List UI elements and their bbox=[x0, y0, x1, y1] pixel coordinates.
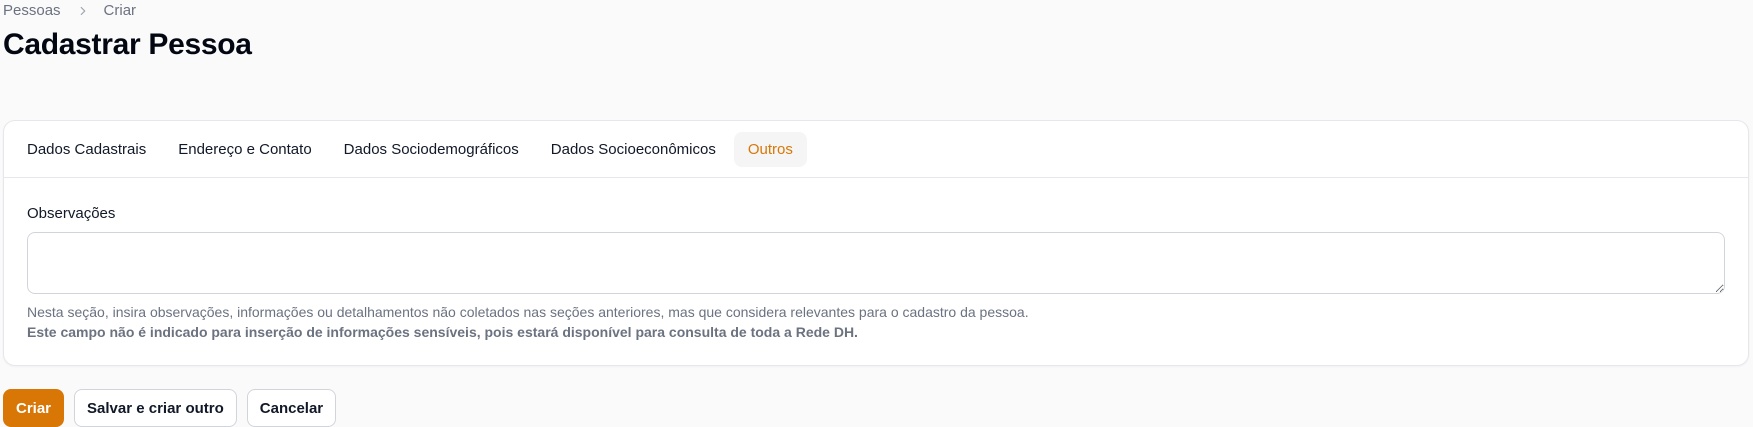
save-and-create-another-button[interactable]: Salvar e criar outro bbox=[74, 389, 237, 427]
observacoes-label: Observações bbox=[27, 205, 116, 222]
observacoes-help-warning: Este campo não é indicado para inserção … bbox=[27, 324, 858, 340]
observacoes-help-text: Nesta seção, insira observações, informa… bbox=[27, 304, 1029, 320]
breadcrumb-item-criar: Criar bbox=[103, 2, 137, 19]
breadcrumb-item-pessoas[interactable]: Pessoas bbox=[3, 2, 61, 19]
cancel-button[interactable]: Cancelar bbox=[246, 389, 337, 427]
page-title: Cadastrar Pessoa bbox=[3, 28, 252, 61]
chevron-right-icon bbox=[73, 4, 93, 18]
observacoes-field: Observações Nesta seção, insira observaç… bbox=[27, 205, 1725, 342]
tab-dados-sociodemograficos[interactable]: Dados Sociodemográficos bbox=[330, 132, 533, 167]
tab-endereco-contato[interactable]: Endereço e Contato bbox=[164, 132, 325, 167]
form-card: Dados Cadastrais Endereço e Contato Dado… bbox=[3, 120, 1749, 366]
tab-dados-cadastrais[interactable]: Dados Cadastrais bbox=[13, 132, 160, 167]
form-actions: Criar Salvar e criar outro Cancelar bbox=[3, 389, 337, 427]
observacoes-textarea[interactable] bbox=[27, 232, 1725, 294]
tab-outros[interactable]: Outros bbox=[733, 131, 807, 167]
breadcrumb: Pessoas Criar bbox=[3, 2, 136, 19]
page: Pessoas Criar Cadastrar Pessoa Dados Cad… bbox=[0, 0, 1753, 427]
tab-bar: Dados Cadastrais Endereço e Contato Dado… bbox=[4, 121, 1748, 178]
create-button[interactable]: Criar bbox=[3, 389, 65, 427]
observacoes-help: Nesta seção, insira observações, informa… bbox=[27, 302, 1725, 342]
tab-dados-socioeconomicos[interactable]: Dados Socioeconômicos bbox=[537, 132, 730, 167]
